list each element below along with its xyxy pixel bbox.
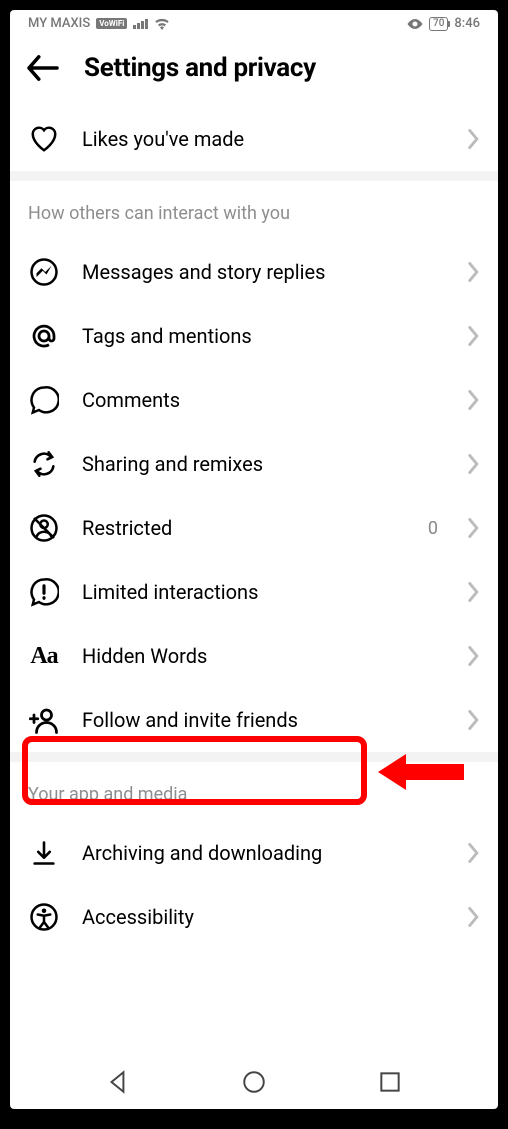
- badge-count: 0: [428, 518, 438, 539]
- row-restricted[interactable]: Restricted 0: [10, 496, 498, 560]
- row-tags[interactable]: Tags and mentions: [10, 304, 498, 368]
- row-limited[interactable]: Limited interactions: [10, 560, 498, 624]
- chevron-right-icon: [468, 710, 480, 730]
- row-label: Limited interactions: [82, 580, 446, 604]
- restricted-icon: [28, 512, 60, 544]
- row-label: Hidden Words: [82, 644, 446, 668]
- battery-icon: 70: [429, 17, 448, 31]
- section-header-app: Your app and media: [10, 762, 498, 821]
- nav-recent-icon[interactable]: [377, 1069, 403, 1095]
- row-label: Accessibility: [82, 905, 446, 929]
- divider: [10, 171, 498, 181]
- vowifi-badge: VoWiFi: [96, 18, 127, 29]
- chevron-right-icon: [468, 390, 480, 410]
- row-label: Follow and invite friends: [82, 708, 446, 732]
- invite-friends-icon: [28, 704, 60, 736]
- signal-icon: [133, 19, 148, 29]
- section-header-interact: How others can interact with you: [10, 181, 498, 240]
- row-archiving[interactable]: Archiving and downloading: [10, 821, 498, 885]
- eye-icon: [407, 19, 423, 29]
- header: Settings and privacy: [10, 33, 498, 107]
- accessibility-icon: [28, 901, 60, 933]
- row-accessibility[interactable]: Accessibility: [10, 885, 498, 949]
- chevron-right-icon: [468, 646, 480, 666]
- system-nav-bar: [10, 1059, 498, 1109]
- row-sharing[interactable]: Sharing and remixes: [10, 432, 498, 496]
- row-comments[interactable]: Comments: [10, 368, 498, 432]
- time-label: 8:46: [454, 16, 480, 31]
- row-label: Archiving and downloading: [82, 841, 446, 865]
- status-bar: MY MAXIS VoWiFi 70 8:46: [10, 10, 498, 33]
- row-label: Sharing and remixes: [82, 452, 446, 476]
- carrier-label: MY MAXIS: [28, 16, 90, 31]
- row-label: Restricted: [82, 516, 406, 540]
- chevron-right-icon: [468, 907, 480, 927]
- aa-icon: Aa: [28, 640, 60, 672]
- download-icon: [28, 837, 60, 869]
- nav-back-icon[interactable]: [105, 1069, 131, 1095]
- heart-icon: [28, 123, 60, 155]
- row-label: Likes you've made: [82, 127, 446, 151]
- wifi-icon: [154, 18, 170, 30]
- page-title: Settings and privacy: [84, 53, 316, 83]
- row-likes[interactable]: Likes you've made: [10, 107, 498, 171]
- row-hidden-words[interactable]: Aa Hidden Words: [10, 624, 498, 688]
- chevron-right-icon: [468, 454, 480, 474]
- chevron-right-icon: [468, 843, 480, 863]
- row-label: Tags and mentions: [82, 324, 446, 348]
- back-button[interactable]: [26, 54, 60, 82]
- chevron-right-icon: [468, 262, 480, 282]
- row-label: Comments: [82, 388, 446, 412]
- comment-icon: [28, 384, 60, 416]
- limited-icon: [28, 576, 60, 608]
- chevron-right-icon: [468, 582, 480, 602]
- row-messages[interactable]: Messages and story replies: [10, 240, 498, 304]
- remix-icon: [28, 448, 60, 480]
- chevron-right-icon: [468, 326, 480, 346]
- divider: [10, 752, 498, 762]
- chevron-right-icon: [468, 518, 480, 538]
- at-icon: [28, 320, 60, 352]
- row-follow-invite[interactable]: Follow and invite friends: [10, 688, 498, 752]
- messenger-icon: [28, 256, 60, 288]
- row-label: Messages and story replies: [82, 260, 446, 284]
- chevron-right-icon: [468, 129, 480, 149]
- nav-home-icon[interactable]: [241, 1069, 267, 1095]
